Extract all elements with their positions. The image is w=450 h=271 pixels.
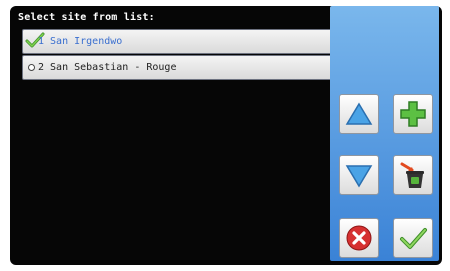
site-label: 1 San Irgendwo xyxy=(38,36,123,47)
site-label: 2 San Sebastian - Rouge xyxy=(38,62,177,73)
page-title: Select site from list: xyxy=(18,12,155,23)
move-up-button[interactable] xyxy=(339,94,379,134)
plus-icon xyxy=(400,101,426,127)
up-arrow-icon xyxy=(345,102,373,125)
site-list: 1 San Irgendwo 2 San Sebastian - Rouge xyxy=(22,29,337,80)
delete-button[interactable] xyxy=(393,155,433,195)
down-arrow-icon xyxy=(345,165,373,188)
add-button[interactable] xyxy=(393,94,433,134)
trash-icon xyxy=(400,162,424,188)
radio-icon[interactable] xyxy=(28,64,35,71)
cancel-button[interactable] xyxy=(339,218,379,258)
confirm-button[interactable] xyxy=(393,218,433,258)
action-panel xyxy=(330,6,439,261)
list-item-site-1[interactable]: 1 San Irgendwo xyxy=(22,29,337,54)
list-item-site-2[interactable]: 2 San Sebastian - Rouge xyxy=(22,55,337,80)
cancel-icon xyxy=(346,225,372,251)
checkmark-icon xyxy=(400,228,427,249)
move-down-button[interactable] xyxy=(339,155,379,195)
